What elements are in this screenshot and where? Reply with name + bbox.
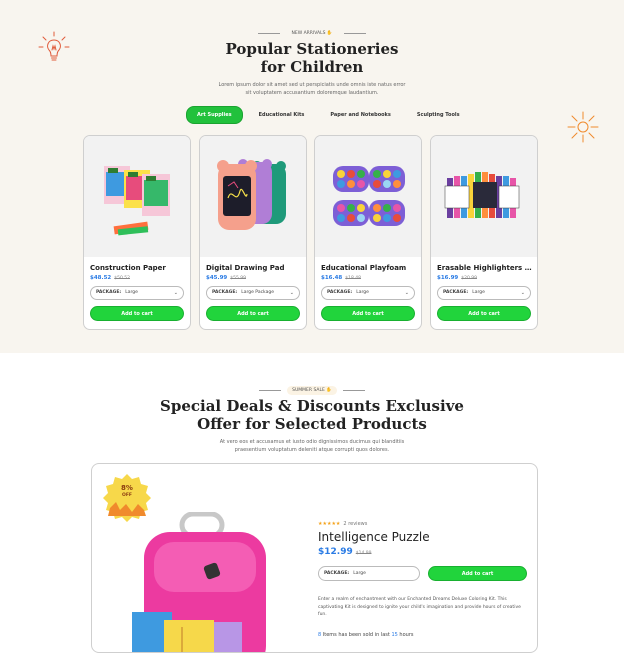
price-current: $48.52 — [90, 275, 112, 281]
subtitle-line-1: Lorem ipsum dolor sit amet sed ut perspi… — [218, 82, 406, 88]
chevron-down-icon: ⌄ — [404, 290, 409, 296]
deal-description: Enter a realm of enchantment with our En… — [318, 597, 521, 617]
product-name[interactable]: Digital Drawing Pad — [206, 264, 302, 272]
product-name[interactable]: Erasable Highlighters M... — [437, 264, 533, 272]
deals-subtitle: At vero eos et accusamus et iusto odio d… — [0, 438, 624, 454]
product-price: $16.48 $18.48 — [321, 275, 361, 281]
eyebrow-label: SUMMER SALE — [292, 388, 325, 393]
product-image[interactable] — [431, 136, 537, 257]
title-line-1: Popular Stationeries — [225, 40, 399, 58]
sold-text: Items has been sold in last — [322, 632, 390, 638]
package-value: Large — [356, 290, 369, 295]
hand-wave-icon: ✋ — [326, 31, 333, 36]
package-select[interactable]: PACKAGE: Large Package ⌄ — [206, 286, 300, 300]
sold-hours: 15 — [391, 632, 398, 638]
price-old: $18.48 — [345, 276, 361, 281]
price-old: $14.99 — [355, 551, 372, 556]
category-tabs: Art Supplies Educational Kits Paper and … — [186, 106, 470, 124]
package-label: PACKAGE: — [212, 290, 238, 295]
package-select[interactable]: PACKAGE: Large ⌄ — [90, 286, 184, 300]
sold-count: 8 — [318, 632, 322, 638]
subtitle-line-2: praesentium voluptatum deleniti atque co… — [234, 447, 390, 453]
discount-off-label: OFF — [122, 493, 132, 498]
price-current: $45.99 — [206, 275, 228, 281]
sold-notice: 8 Items has been sold in last 15 hours — [318, 632, 413, 638]
package-value: Large — [353, 571, 366, 576]
sold-unit: hours — [399, 632, 414, 638]
chevron-down-icon: ⌄ — [520, 290, 525, 296]
sun-doodle-icon — [567, 111, 599, 143]
package-value: Large — [472, 290, 485, 295]
product-name[interactable]: Educational Playfoam — [321, 264, 417, 272]
tab-educational-kits[interactable]: Educational Kits — [249, 107, 315, 123]
section-title: Popular Stationeries for Children — [0, 40, 624, 76]
price-current: $16.99 — [437, 275, 459, 281]
chevron-down-icon: ⌄ — [173, 290, 178, 296]
product-price: $48.52 $50.52 — [90, 275, 130, 281]
title-line-2: Offer for Selected Products — [197, 415, 427, 433]
section-eyebrow: NEW ARRIVALS ✋ — [0, 29, 624, 38]
deal-card: 8% OFF — [91, 463, 538, 653]
section-eyebrow: SUMMER SALE ✋ — [0, 386, 624, 395]
package-label: PACKAGE: — [327, 290, 353, 295]
section-subtitle: Lorem ipsum dolor sit amet sed ut perspi… — [0, 81, 624, 97]
rating-stars: ★★★★★ 2 reviews — [318, 521, 368, 527]
add-to-cart-button[interactable]: Add to cart — [90, 306, 184, 321]
tab-sculpting-tools[interactable]: Sculpting Tools — [407, 107, 470, 123]
add-to-cart-button[interactable]: Add to cart — [437, 306, 531, 321]
deals-title: Special Deals & Discounts Exclusive Offe… — [0, 397, 624, 433]
price-current: $16.48 — [321, 275, 343, 281]
add-to-cart-button[interactable]: Add to cart — [206, 306, 300, 321]
package-select[interactable]: PACKAGE: Large ⌄ — [437, 286, 531, 300]
new-arrivals-section: NEW ARRIVALS ✋ Popular Stationeries for … — [0, 0, 624, 353]
title-line-2: for Children — [260, 58, 364, 76]
product-card[interactable]: Digital Drawing Pad $45.99 $55.99 PACKAGE… — [199, 135, 307, 330]
subtitle-line-1: At vero eos et accusamus et iusto odio d… — [219, 439, 405, 445]
product-price: $45.99 $55.99 — [206, 275, 246, 281]
price-old: $50.52 — [114, 276, 130, 281]
product-image[interactable] — [315, 136, 421, 257]
product-image[interactable] — [200, 136, 306, 257]
product-price: $16.99 $20.99 — [437, 275, 477, 281]
subtitle-line-2: sit voluptatem accusantium doloremque la… — [245, 90, 379, 96]
add-to-cart-button[interactable]: Add to cart — [428, 566, 527, 581]
price-current: $12.99 — [318, 547, 353, 557]
title-line-1: Special Deals & Discounts Exclusive — [160, 397, 464, 415]
product-image[interactable] — [122, 512, 292, 653]
product-card[interactable]: Erasable Highlighters M... $16.99 $20.99 … — [430, 135, 538, 330]
deal-price: $12.99 $14.99 — [318, 547, 371, 557]
package-value: Large Package — [241, 290, 274, 295]
package-label: PACKAGE: — [443, 290, 469, 295]
package-label: PACKAGE: — [96, 290, 122, 295]
product-image[interactable] — [84, 136, 190, 257]
product-name[interactable]: Construction Paper — [90, 264, 186, 272]
package-label: PACKAGE: — [324, 571, 350, 576]
package-value: Large — [125, 290, 138, 295]
tab-art-supplies[interactable]: Art Supplies — [186, 106, 243, 124]
product-card[interactable]: Construction Paper $48.52 $50.52 PACKAGE:… — [83, 135, 191, 330]
price-old: $20.99 — [461, 276, 477, 281]
reviews-count[interactable]: 2 reviews — [343, 521, 367, 527]
discount-percent: 8% — [121, 484, 133, 492]
product-card[interactable]: Educational Playfoam $16.48 $18.48 PACKAG… — [314, 135, 422, 330]
eyebrow-label: NEW ARRIVALS — [291, 31, 326, 36]
price-old: $55.99 — [230, 276, 246, 281]
add-to-cart-button[interactable]: Add to cart — [321, 306, 415, 321]
tab-paper-and-notebooks[interactable]: Paper and Notebooks — [320, 107, 401, 123]
deal-product-name[interactable]: Intelligence Puzzle — [318, 530, 430, 544]
hand-wave-icon: ✋ — [326, 388, 332, 393]
package-select[interactable]: PACKAGE: Large — [318, 566, 420, 581]
package-select[interactable]: PACKAGE: Large ⌄ — [321, 286, 415, 300]
chevron-down-icon: ⌄ — [289, 290, 294, 296]
